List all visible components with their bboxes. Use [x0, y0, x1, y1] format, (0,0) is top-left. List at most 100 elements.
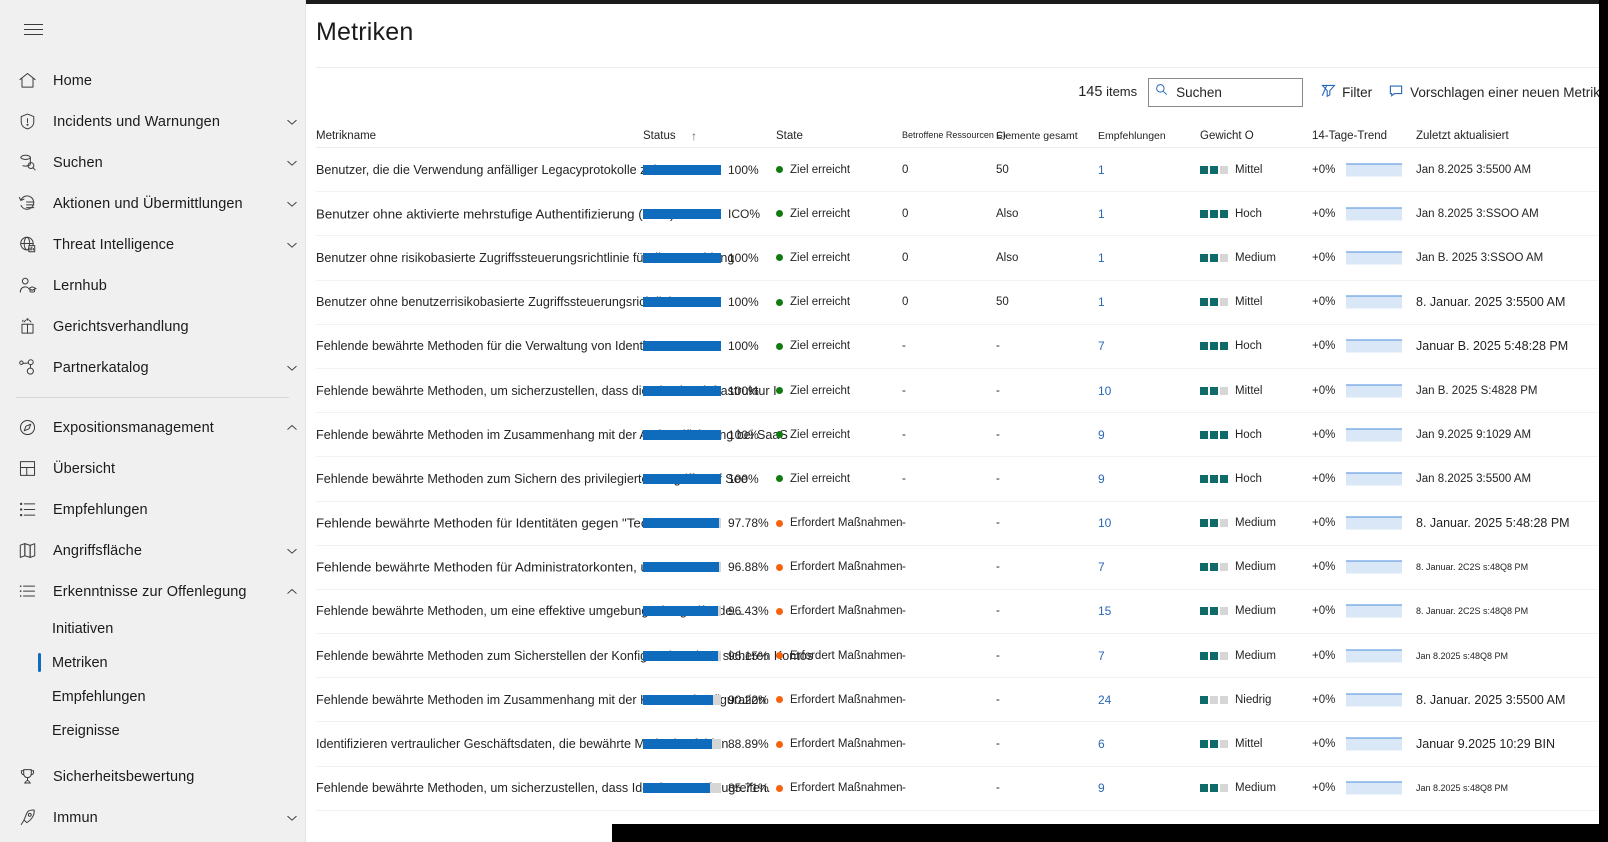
column-header-state[interactable]: State — [776, 130, 803, 142]
table-row[interactable]: Fehlende bewährte Methoden für die Verwa… — [316, 325, 1598, 369]
trend-sparkline — [1346, 207, 1402, 220]
sidebar-subitem-label: Initiativen — [52, 621, 113, 637]
cell-recommendations-link[interactable]: 9 — [1098, 472, 1105, 486]
trend-sparkline — [1346, 340, 1402, 353]
table-row[interactable]: Benutzer, die die Verwendung anfälliger … — [316, 148, 1598, 192]
cell-weight: Medium — [1200, 517, 1276, 529]
cell-recommendations-link[interactable]: 24 — [1098, 693, 1111, 707]
cell-trend-value: +0% — [1312, 473, 1335, 485]
cell-metric-name[interactable]: Fehlende bewährte Methoden für Identität… — [316, 516, 687, 531]
cell-recommendations-link[interactable]: 7 — [1098, 339, 1105, 353]
cell-recommendations-link[interactable]: 1 — [1098, 295, 1105, 309]
table-row[interactable]: Fehlende bewährte Methoden für Administr… — [316, 546, 1598, 590]
cell-metric-name[interactable]: Benutzer, die die Verwendung anfälliger … — [316, 163, 690, 177]
hamburger-icon[interactable] — [10, 6, 56, 52]
cell-weight: Mittel — [1200, 296, 1262, 308]
chevron-down-icon[interactable] — [279, 811, 305, 825]
filter-button[interactable]: Filter — [1313, 76, 1380, 108]
table-row[interactable]: Fehlende bewährte Methoden für Identität… — [316, 502, 1598, 546]
sidebar-item-incidents-und-warnungen[interactable]: Incidents und Warnungen — [0, 101, 305, 142]
cell-total-elements: - — [996, 385, 1000, 397]
cell-recommendations-link[interactable]: 6 — [1098, 737, 1105, 751]
cell-last-updated: Jan 8.2025 3:5500 AM — [1416, 473, 1531, 485]
sidebar-subitem-empfehlungen[interactable]: Empfehlungen — [0, 680, 305, 714]
table-row[interactable]: Fehlende bewährte Methoden, um sicherzus… — [316, 369, 1598, 413]
cell-recommendations-link[interactable]: 1 — [1098, 251, 1105, 265]
table-row[interactable]: Benutzer ohne aktivierte mehrstufige Aut… — [316, 192, 1598, 236]
state-dot-icon — [776, 431, 783, 438]
chevron-up-icon[interactable] — [279, 585, 305, 599]
cell-metric-name[interactable]: Fehlende bewährte Methoden für Administr… — [316, 560, 699, 575]
sidebar-item-empfehlungen[interactable]: Empfehlungen — [0, 489, 305, 530]
table-row[interactable]: Fehlende bewährte Methoden im Zusammenha… — [316, 678, 1598, 722]
chevron-down-icon[interactable] — [279, 156, 305, 170]
cell-metric-name[interactable]: Benutzer ohne aktivierte mehrstufige Aut… — [316, 206, 674, 221]
cell-trend-value: +0% — [1312, 252, 1335, 264]
cell-recommendations-link[interactable]: 15 — [1098, 604, 1111, 618]
table-row[interactable]: Fehlende bewährte Methoden im Zusammenha… — [316, 413, 1598, 457]
chevron-down-icon[interactable] — [279, 544, 305, 558]
sidebar-item-suchen[interactable]: Suchen — [0, 142, 305, 183]
sidebar-item-home[interactable]: Home — [0, 60, 305, 101]
suggest-metric-button[interactable]: Vorschlagen einer neuen Metrik — [1380, 76, 1608, 108]
sidebar-item-erkenntnisse-zur-offenlegung[interactable]: Erkenntnisse zur Offenlegung — [0, 571, 305, 612]
sidebar-item-aktionen-und-ubermittlungen[interactable]: Aktionen und Übermittlungen — [0, 183, 305, 224]
sidebar-item-threat-intelligence[interactable]: Threat Intelligence — [0, 224, 305, 265]
column-header-trend[interactable]: 14-Tage-Trend — [1312, 130, 1387, 142]
chevron-down-icon[interactable] — [279, 361, 305, 375]
table-row[interactable]: Fehlende bewährte Methoden, um sicherzus… — [316, 767, 1598, 811]
weight-block — [1200, 607, 1208, 615]
table-row[interactable]: Identifizieren vertraulicher Geschäftsda… — [316, 722, 1598, 766]
search-input[interactable] — [1174, 84, 1296, 101]
sidebar-item-ubersicht[interactable]: Übersicht — [0, 448, 305, 489]
table-row[interactable]: Fehlende bewährte Methoden zum Sicherste… — [316, 634, 1598, 678]
cell-recommendations-link[interactable]: 7 — [1098, 649, 1105, 663]
weight-block — [1200, 475, 1208, 483]
sidebar-item-sicherheitsbewertung[interactable]: Sicherheitsbewertung — [0, 756, 305, 797]
trend-sparkline — [1346, 517, 1402, 530]
sidebar-subitem-initiativen[interactable]: Initiativen — [0, 612, 305, 646]
sidebar-item-gerichtsverhandlung[interactable]: Gerichtsverhandlung — [0, 306, 305, 347]
cell-recommendations-link[interactable]: 10 — [1098, 384, 1111, 398]
column-header-status[interactable]: Status — [643, 130, 676, 142]
state-label: Erfordert Maßnahmen — [790, 561, 903, 573]
table-row[interactable]: Benutzer ohne risikobasierte Zugriffsste… — [316, 236, 1598, 280]
sidebar-item-partnerkatalog[interactable]: Partnerkatalog — [0, 347, 305, 388]
chevron-up-icon[interactable] — [279, 421, 305, 435]
search-icon — [1155, 83, 1168, 101]
sidebar-item-immun[interactable]: Immun — [0, 797, 305, 838]
cell-recommendations-link[interactable]: 10 — [1098, 516, 1111, 530]
sidebar-item-expositionsmanagement[interactable]: Expositionsmanagement — [0, 407, 305, 448]
column-header-recs[interactable]: Empfehlungen — [1098, 130, 1166, 142]
sidebar-subitem-metriken[interactable]: Metriken — [0, 646, 305, 680]
chevron-down-icon[interactable] — [279, 238, 305, 252]
column-header-updated[interactable]: Zuletzt aktualisiert — [1416, 130, 1509, 142]
sidebar-item-label: Suchen — [44, 155, 279, 171]
cell-metric-name[interactable]: Fehlende bewährte Methoden für die Verwa… — [316, 339, 684, 353]
column-header-name[interactable]: Metrikname — [316, 130, 376, 142]
cell-state: Erfordert Maßnahmen — [776, 517, 903, 529]
status-progress-bar — [643, 783, 721, 793]
cell-metric-name[interactable]: Benutzer ohne benutzerrisikobasierte Zug… — [316, 295, 678, 309]
column-header-weight[interactable]: Gewicht O — [1200, 130, 1254, 142]
cell-recommendations-link[interactable]: 1 — [1098, 207, 1105, 221]
search-box[interactable] — [1148, 78, 1303, 107]
sidebar-item-angriffsflache[interactable]: Angriffsfläche — [0, 530, 305, 571]
cell-recommendations-link[interactable]: 9 — [1098, 428, 1105, 442]
column-header-affected[interactable]: Betroffene Ressourcen C) — [902, 130, 1006, 140]
sidebar-item-lernhub[interactable]: Lernhub — [0, 265, 305, 306]
sort-ascending-icon[interactable]: ↑ — [691, 129, 697, 143]
weight-block — [1210, 696, 1218, 704]
table-row[interactable]: Fehlende bewährte Methoden zum Sichern d… — [316, 457, 1598, 501]
cell-recommendations-link[interactable]: 7 — [1098, 560, 1105, 574]
table-row[interactable]: Fehlende bewährte Methoden, um eine effe… — [316, 590, 1598, 634]
table-row[interactable]: Benutzer ohne benutzerrisikobasierte Zug… — [316, 281, 1598, 325]
cell-recommendations-link[interactable]: 9 — [1098, 781, 1105, 795]
chevron-down-icon[interactable] — [279, 115, 305, 129]
cell-total-elements: - — [996, 340, 1000, 352]
chevron-down-icon[interactable] — [279, 197, 305, 211]
column-header-total[interactable]: Elemente gesamt — [996, 130, 1078, 142]
list-icon — [18, 500, 44, 520]
sidebar-subitem-ereignisse[interactable]: Ereignisse — [0, 714, 305, 748]
cell-recommendations-link[interactable]: 1 — [1098, 163, 1105, 177]
